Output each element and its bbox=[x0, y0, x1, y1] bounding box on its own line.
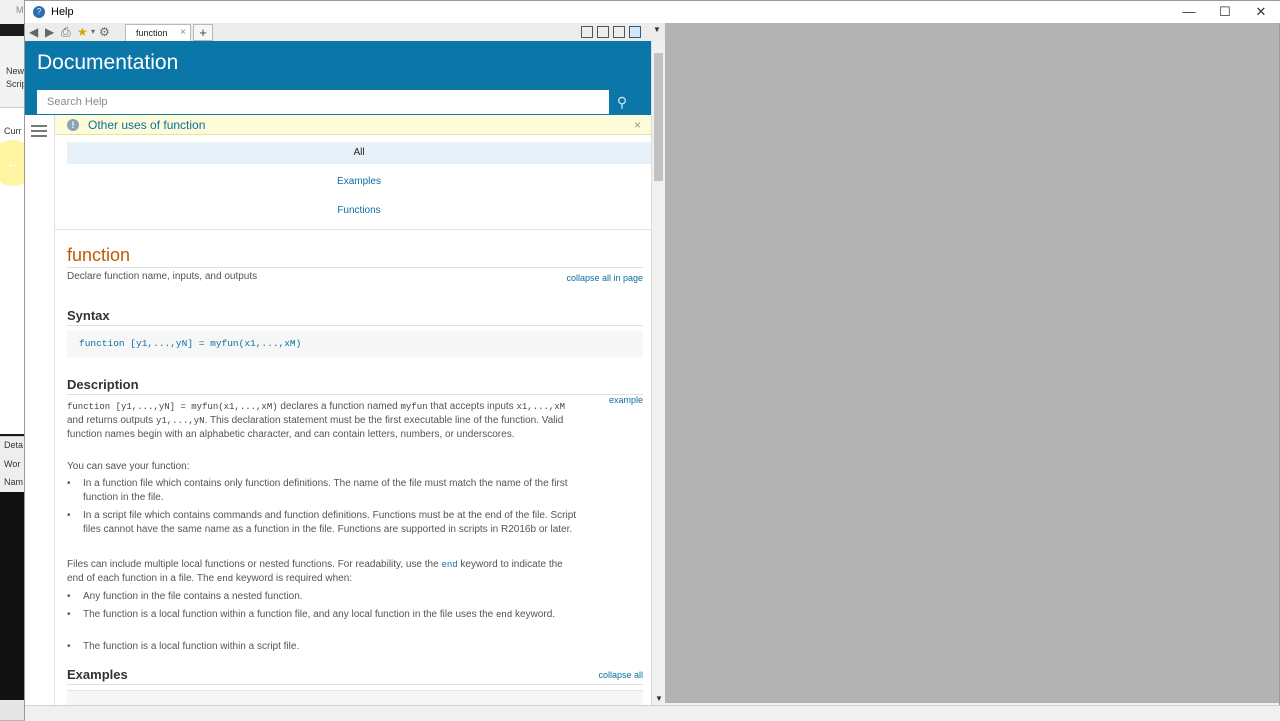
collapse-all-link[interactable]: collapse all bbox=[598, 670, 643, 680]
filter-examples[interactable]: Examples bbox=[67, 171, 651, 193]
vertical-scrollbar[interactable]: ▼ bbox=[651, 41, 665, 705]
search-button[interactable]: ⚲ bbox=[609, 90, 635, 114]
list-item: • The function is a local function within… bbox=[67, 640, 577, 654]
examples-divider bbox=[67, 684, 643, 685]
scroll-down-icon[interactable]: ▼ bbox=[655, 694, 663, 703]
list-item-text: The function is a local function within … bbox=[83, 609, 497, 620]
description-heading: Description bbox=[67, 377, 139, 392]
page-title: function bbox=[67, 245, 131, 265]
hamburger-icon[interactable] bbox=[31, 125, 47, 140]
layout-rows-icon[interactable] bbox=[613, 26, 625, 38]
example-link[interactable]: example bbox=[609, 395, 643, 405]
list-item-text: In a function file which contains only f… bbox=[83, 478, 568, 503]
add-tab-button[interactable]: + bbox=[193, 24, 213, 41]
close-button[interactable]: ✕ bbox=[1243, 3, 1279, 21]
list-item-text: keyword. bbox=[512, 609, 556, 620]
bullet-dot: • bbox=[67, 591, 71, 602]
syntax-box: function [y1,...,yN] = myfun(x1,...,xM) bbox=[67, 331, 643, 357]
window-title: Help bbox=[51, 6, 74, 18]
other-uses-link[interactable]: Other uses of function bbox=[88, 118, 205, 132]
desc-code: myfun bbox=[400, 402, 428, 412]
desc-text: declares a function named bbox=[277, 401, 401, 412]
examples-box bbox=[67, 690, 643, 705]
collapse-all-in-page-link[interactable]: collapse all in page bbox=[566, 273, 643, 283]
list-item-text: The function is a local function within … bbox=[83, 641, 300, 652]
panel-dropdown-icon[interactable]: ▼ bbox=[653, 25, 661, 34]
desc-code: y1,...,yN bbox=[155, 416, 205, 426]
description-divider bbox=[67, 394, 643, 395]
syntax-divider bbox=[67, 325, 643, 326]
files-text: Files can include multiple local functio… bbox=[67, 559, 442, 570]
notice-close-icon[interactable]: × bbox=[634, 118, 641, 132]
list-item-text: In a script file which contains commands… bbox=[83, 510, 577, 535]
matlab-help-icon: ? bbox=[33, 6, 45, 18]
browser-toolbar: ◀ ▶ ⎙ ★ ▾ ⚙ function × + bbox=[25, 23, 665, 41]
files-paragraph: Files can include multiple local functio… bbox=[67, 558, 577, 586]
list-item-text: Any function in the file contains a nest… bbox=[83, 591, 303, 602]
list-item: • In a script file which contains command… bbox=[67, 509, 577, 537]
search-icon: ⚲ bbox=[616, 93, 628, 110]
other-uses-notice: ! Other uses of function × bbox=[55, 115, 651, 135]
minimize-button[interactable]: — bbox=[1171, 3, 1207, 21]
tab-label: function bbox=[136, 28, 168, 38]
end-keyword-link[interactable]: end bbox=[441, 560, 457, 570]
bullet-dot: • bbox=[67, 641, 71, 652]
doc-header: Documentation ⚲ bbox=[25, 41, 651, 115]
filter-functions[interactable]: Functions bbox=[67, 200, 651, 222]
syntax-heading: Syntax bbox=[67, 308, 110, 323]
doc-header-title[interactable]: Documentation bbox=[37, 51, 178, 75]
tab-function[interactable]: function × bbox=[125, 24, 191, 41]
help-window: ? Help — ☐ ✕ ◀ ▶ ⎙ ★ ▾ ⚙ function × + ▼ … bbox=[24, 0, 1280, 721]
window-titlebar[interactable]: ? Help — ☐ ✕ bbox=[25, 1, 1280, 23]
syntax-code-link[interactable]: function [y1,...,yN] = myfun(x1,...,xM) bbox=[79, 338, 301, 349]
desc-text: that accepts inputs bbox=[427, 401, 517, 412]
bg-command-window bbox=[0, 492, 24, 700]
bullet-dot: • bbox=[67, 609, 71, 620]
favorite-star-icon[interactable]: ★ bbox=[77, 24, 88, 40]
background-matlab-window: M New Scrip Curr Deta Wor Nam bbox=[0, 0, 27, 720]
save-intro: You can save your function: bbox=[67, 461, 190, 472]
title-divider bbox=[67, 267, 643, 268]
info-icon: ! bbox=[67, 119, 79, 131]
files-text: keyword is required when: bbox=[233, 573, 353, 584]
list-item: • Any function in the file contains a nes… bbox=[67, 590, 577, 604]
documentation-page: Documentation ⚲ ! Other uses of function… bbox=[25, 41, 651, 705]
back-icon[interactable]: ◀ bbox=[29, 24, 38, 40]
left-nav-rail bbox=[25, 115, 55, 705]
filter-all[interactable]: All bbox=[67, 142, 651, 164]
favorite-dropdown-icon[interactable]: ▾ bbox=[91, 24, 95, 40]
tab-close-icon[interactable]: × bbox=[180, 25, 186, 41]
maximize-button[interactable]: ☐ bbox=[1207, 3, 1243, 21]
examples-heading: Examples bbox=[67, 667, 128, 682]
status-bar bbox=[25, 705, 1280, 721]
layout-single-icon[interactable] bbox=[629, 26, 641, 38]
filter-divider bbox=[55, 229, 651, 230]
settings-gear-icon[interactable]: ⚙ bbox=[99, 24, 110, 40]
search-input[interactable] bbox=[37, 90, 609, 114]
desc-text: and returns outputs bbox=[67, 415, 156, 426]
page-summary: Declare function name, inputs, and outpu… bbox=[67, 271, 258, 282]
list-item: • In a function file which contains only … bbox=[67, 477, 577, 505]
desc-code: x1,...,xM bbox=[516, 402, 566, 412]
empty-browser-pane bbox=[665, 23, 1279, 703]
bg-statusbar bbox=[0, 700, 24, 720]
end-keyword: end bbox=[216, 574, 234, 584]
layout-grid-icon[interactable] bbox=[581, 26, 593, 38]
list-item: • The function is a local function within… bbox=[67, 608, 577, 622]
description-paragraph: function [y1,...,yN] = myfun(x1,...,xM) … bbox=[67, 400, 577, 442]
layout-columns-icon[interactable] bbox=[597, 26, 609, 38]
forward-icon[interactable]: ▶ bbox=[45, 24, 54, 40]
print-icon[interactable]: ⎙ bbox=[61, 24, 71, 40]
bullet-dot: • bbox=[67, 478, 71, 489]
resize-cursor-icon: ↔ bbox=[6, 155, 20, 171]
desc-code: function [y1,...,yN] = myfun(x1,...,xM) bbox=[67, 402, 278, 412]
scroll-thumb[interactable] bbox=[654, 53, 663, 181]
end-keyword: end bbox=[496, 610, 513, 620]
bullet-dot: • bbox=[67, 510, 71, 521]
